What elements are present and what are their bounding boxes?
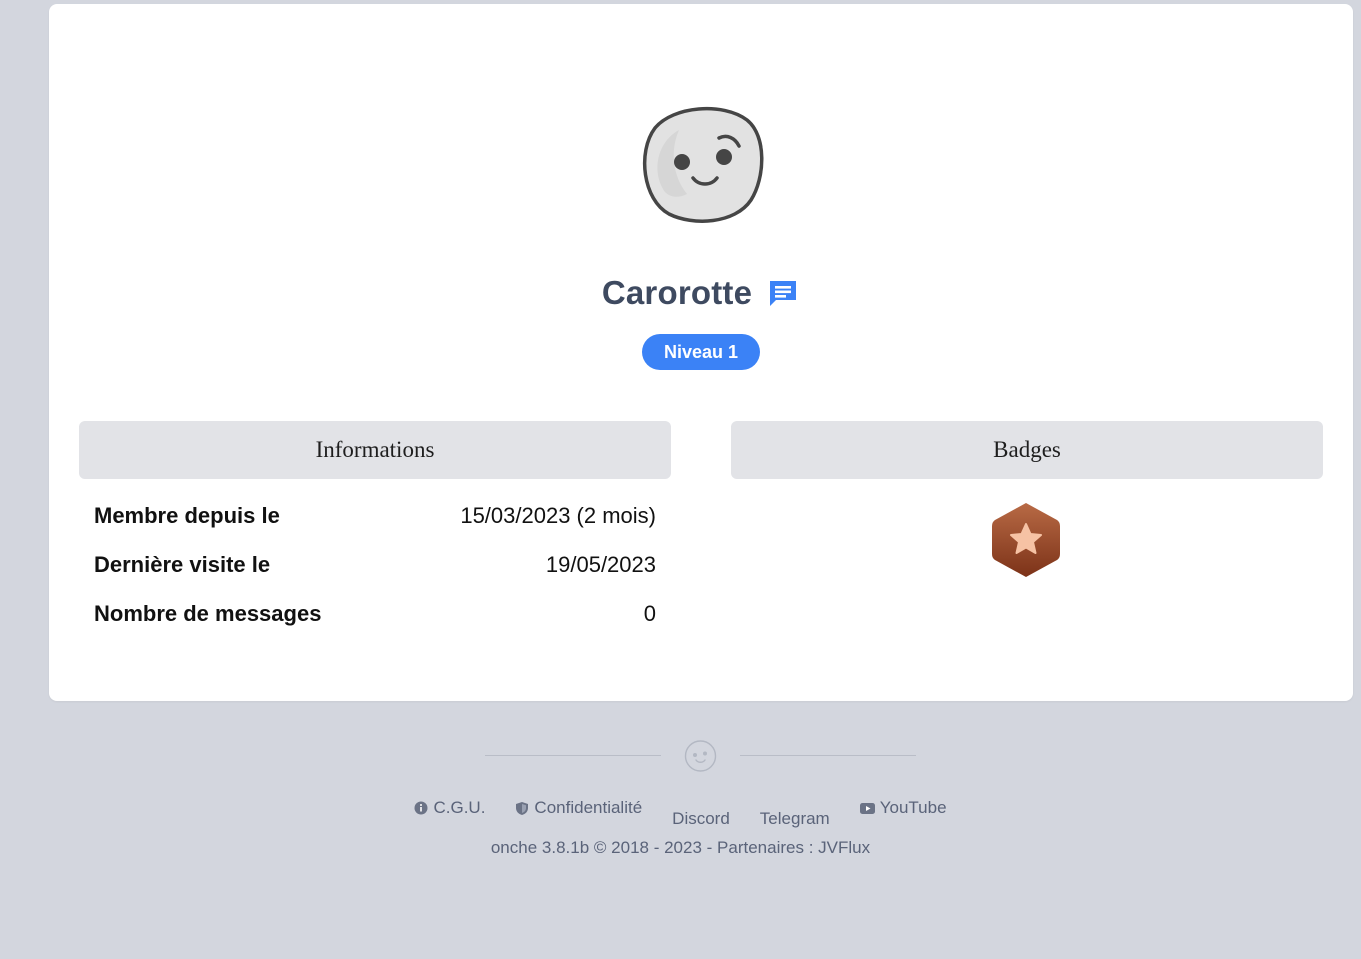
footer-years: 2018 - 2023 (611, 838, 702, 857)
info-label: Nombre de messages (94, 600, 322, 626)
info-value: 15/03/2023 (2 mois) (460, 502, 656, 528)
send-message-button[interactable] (766, 276, 800, 310)
info-label: Dernière visite le (94, 551, 271, 577)
info-row-last-visit: Dernière visite le 19/05/2023 (79, 540, 671, 589)
footer-divider-right (740, 755, 916, 756)
footer-links: C.G.U. Confidentialité Discord Telegram … (0, 798, 1361, 829)
smiley-face-icon (642, 106, 764, 223)
info-row-member-since: Membre depuis le 15/03/2023 (2 mois) (79, 491, 671, 540)
footer-partners-label: Partenaires : (717, 838, 814, 857)
youtube-icon (859, 802, 875, 814)
level-badge: Niveau 1 (642, 334, 760, 370)
footer-separator: - (706, 838, 713, 857)
footer-copyright-symbol: © (593, 838, 607, 857)
profile-card: Carorotte Niveau 1 Informations Badges M… (49, 4, 1353, 701)
chat-message-icon (770, 281, 797, 306)
smiley-logo-icon (684, 740, 717, 772)
username: Carorotte (601, 274, 753, 311)
info-value: 19/05/2023 (545, 551, 656, 577)
info-circle-icon (414, 801, 428, 815)
footer-link-label: Discord (672, 809, 730, 828)
footer-partner-link-jvflux[interactable]: JVFlux (818, 838, 870, 857)
shield-icon (516, 801, 529, 815)
footer-link-discord[interactable]: Discord (672, 809, 730, 829)
footer-link-privacy[interactable]: Confidentialité (515, 798, 642, 818)
footer-link-label: Confidentialité (534, 798, 643, 817)
bronze-star-badge-icon[interactable] (989, 500, 1063, 580)
footer-link-label: C.G.U. (433, 798, 486, 817)
footer-version: onche 3.8.1b (490, 838, 590, 857)
info-table: Membre depuis le 15/03/2023 (2 mois) Der… (79, 491, 671, 638)
footer-link-telegram[interactable]: Telegram (760, 809, 830, 829)
footer-divider-left (485, 755, 661, 756)
info-row-message-count: Nombre de messages 0 (79, 589, 671, 638)
footer-meta: onche 3.8.1b © 2018 - 2023 - Partenaires… (0, 838, 1361, 858)
info-label: Membre depuis le (94, 502, 280, 528)
informations-header: Informations (79, 421, 671, 479)
footer-link-youtube[interactable]: YouTube (859, 798, 947, 818)
footer-link-cgu[interactable]: C.G.U. (414, 798, 485, 818)
username-row: Carorotte (49, 274, 1353, 312)
badges-header: Badges (731, 421, 1323, 479)
info-value: 0 (643, 600, 656, 626)
footer-link-label: YouTube (879, 798, 947, 817)
footer-link-label: Telegram (759, 809, 830, 828)
